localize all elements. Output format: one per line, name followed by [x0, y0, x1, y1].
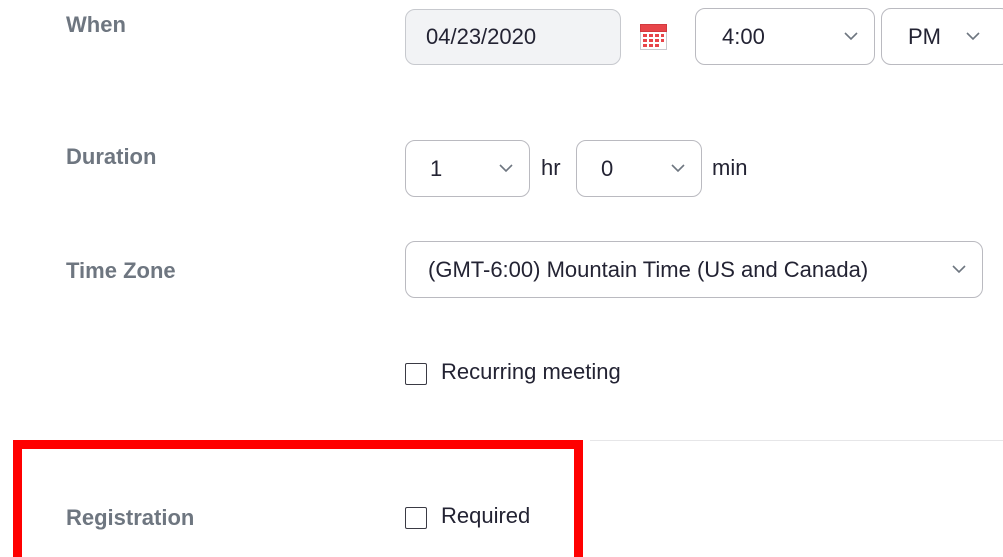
when-label: When: [66, 12, 126, 37]
time-value: 4:00: [722, 23, 765, 49]
recurring-meeting-checkbox[interactable]: [405, 363, 427, 385]
chevron-down-icon: [499, 162, 513, 176]
hours-unit-label: hr: [541, 155, 561, 180]
duration-label: Duration: [66, 144, 157, 169]
duration-hours-select[interactable]: 1: [405, 140, 530, 197]
ampm-select[interactable]: PM: [881, 8, 1003, 65]
timezone-label: Time Zone: [66, 258, 176, 283]
date-input[interactable]: 04/23/2020: [405, 9, 621, 65]
time-select[interactable]: 4:00: [695, 8, 875, 65]
date-value: 04/23/2020: [426, 24, 537, 49]
chevron-down-icon: [966, 30, 980, 44]
chevron-down-icon: [671, 162, 685, 176]
chevron-down-icon: [844, 30, 858, 44]
chevron-down-icon: [952, 263, 966, 277]
minutes-unit-label: min: [712, 155, 748, 180]
minutes-value: 0: [601, 155, 614, 181]
meeting-schedule-form: When 04/23/2020 4:00 PM Duration 1 hr 0: [0, 0, 1003, 557]
section-divider: [590, 440, 1003, 441]
ampm-value: PM: [908, 23, 941, 49]
registration-highlight-box: [13, 440, 583, 557]
hours-value: 1: [430, 155, 443, 181]
timezone-select[interactable]: (GMT-6:00) Mountain Time (US and Canada): [405, 241, 983, 298]
calendar-icon[interactable]: [640, 24, 667, 50]
recurring-meeting-label[interactable]: Recurring meeting: [441, 359, 621, 385]
duration-minutes-select[interactable]: 0: [576, 140, 702, 197]
timezone-value: (GMT-6:00) Mountain Time (US and Canada): [428, 256, 869, 282]
